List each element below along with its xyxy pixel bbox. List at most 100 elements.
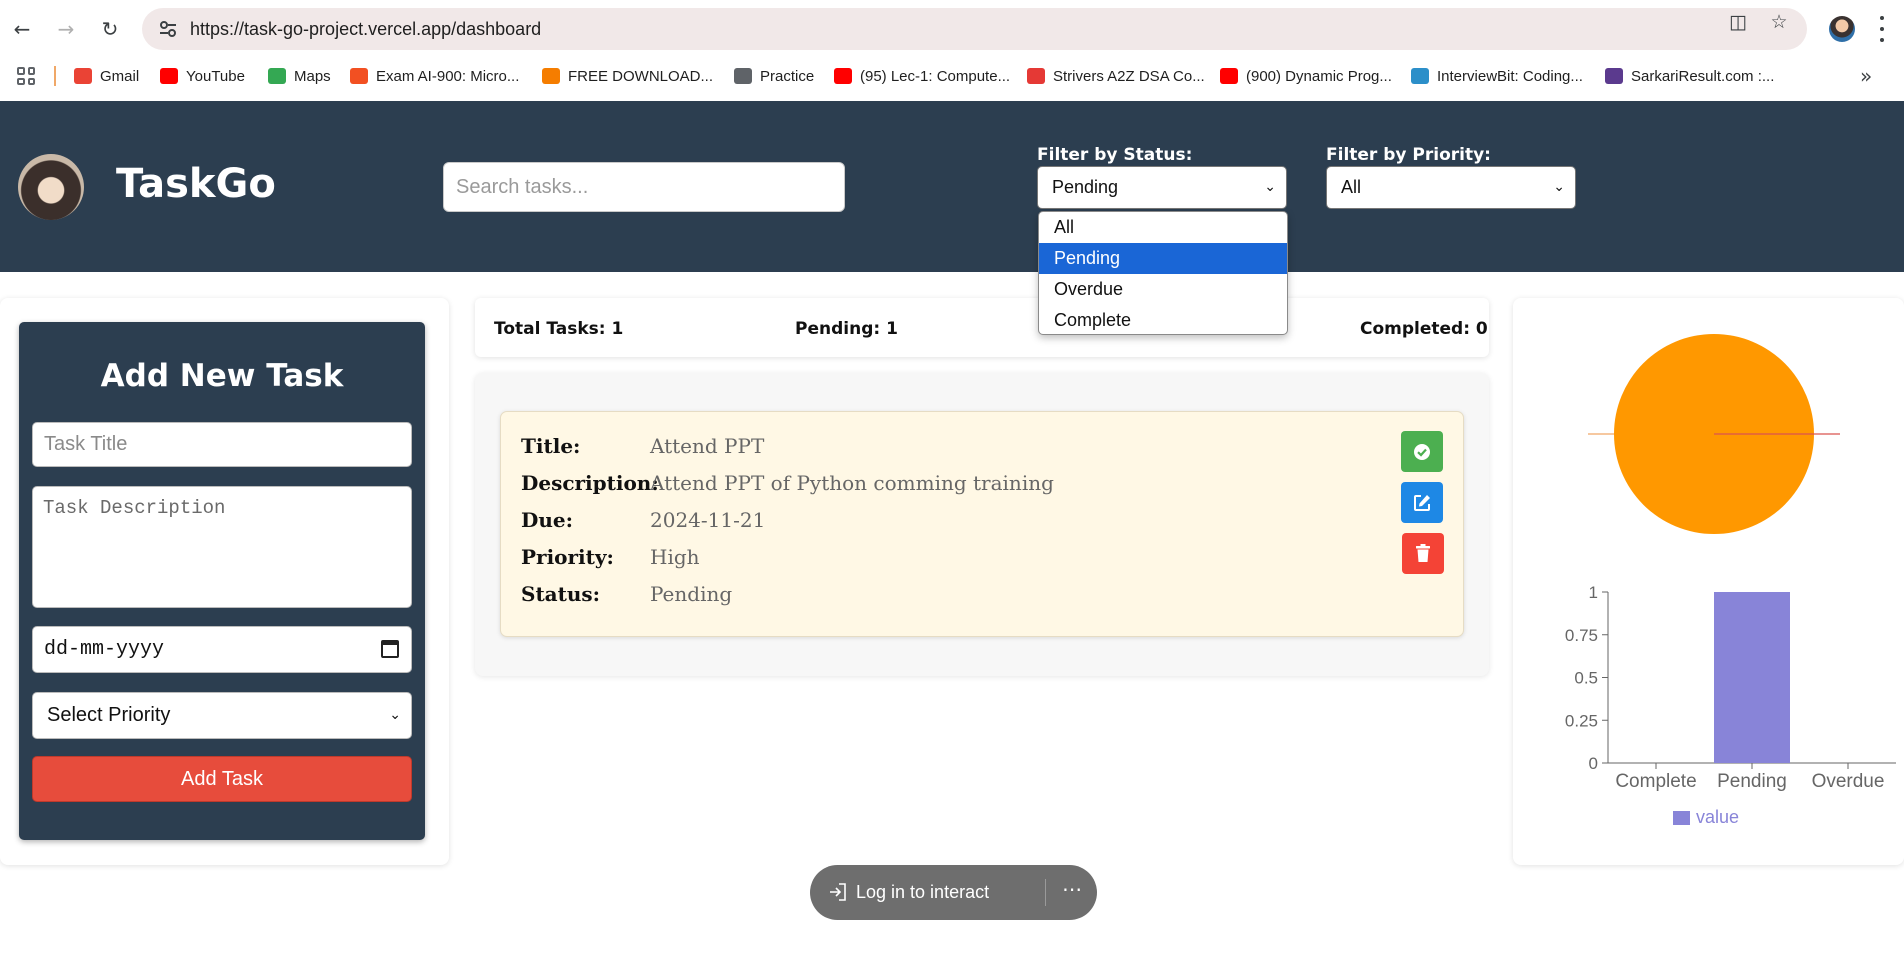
youtube-icon	[1220, 68, 1238, 84]
y-tick-label: 0	[1589, 754, 1598, 773]
priority-select[interactable]: Select Priority ⌄	[32, 692, 412, 739]
chevron-down-icon: ⌄	[389, 707, 401, 723]
x-tick-label: Complete	[1615, 771, 1696, 792]
bookmark-item[interactable]: Maps	[268, 64, 331, 88]
reload-icon[interactable]: ↻	[95, 14, 125, 44]
status-option-pending[interactable]: Pending	[1039, 243, 1287, 274]
chevron-down-icon: ⌄	[1553, 179, 1565, 195]
complete-task-button[interactable]	[1401, 431, 1443, 472]
task-due-label: Due:	[521, 508, 573, 532]
app-header	[0, 101, 1904, 272]
bookmark-item[interactable]: FREE DOWNLOAD...	[542, 64, 713, 88]
status-option-overdue[interactable]: Overdue	[1039, 274, 1287, 305]
user-avatar	[18, 154, 84, 220]
rocket-icon	[734, 68, 752, 84]
task-priority-label: Priority:	[521, 545, 614, 569]
task-priority-value: High	[650, 545, 700, 569]
add-task-button[interactable]: Add Task	[32, 756, 412, 802]
bookmark-item[interactable]: YouTube	[160, 64, 245, 88]
task-description-input[interactable]	[32, 486, 412, 608]
profile-avatar[interactable]	[1829, 16, 1855, 42]
task-title-label: Title:	[521, 434, 581, 458]
bookmark-item[interactable]: Exam AI-900: Micro...	[350, 64, 519, 88]
bookmark-label: YouTube	[186, 67, 245, 85]
task-title-value: Attend PPT	[650, 434, 765, 458]
globe-icon	[1605, 68, 1623, 84]
y-tick-label: 0.25	[1565, 711, 1598, 730]
task-title-input[interactable]	[32, 422, 412, 467]
bookmark-label: SarkariResult.com :...	[1631, 67, 1775, 85]
priority-filter-select[interactable]: All ⌄	[1326, 166, 1576, 209]
site-info-icon[interactable]	[158, 19, 178, 39]
x-tick-label: Pending	[1717, 771, 1787, 792]
status-filter-label: Filter by Status:	[1037, 145, 1193, 165]
address-bar[interactable]: https://task-go-project.vercel.app/dashb…	[142, 8, 1807, 50]
apps-grid-icon[interactable]	[17, 67, 35, 85]
task-due-value: 2024-11-21	[650, 508, 766, 532]
bookmark-item[interactable]: Practice	[734, 64, 814, 88]
status-filter-select[interactable]: Pending ⌄	[1037, 166, 1287, 209]
status-option-complete[interactable]: Complete	[1039, 305, 1287, 334]
more-options-icon[interactable]: ⋯	[1062, 877, 1082, 901]
login-icon	[830, 883, 846, 901]
install-app-icon[interactable]: ◫	[1727, 12, 1749, 32]
bookmark-label: Practice	[760, 67, 815, 85]
task-description-value: Attend PPT of Python comming training	[650, 471, 1054, 495]
due-date-input[interactable]: dd-mm-yyyy	[32, 626, 412, 673]
bookmark-item[interactable]: SarkariResult.com :...	[1605, 64, 1774, 88]
interviewbit-icon	[1411, 68, 1429, 84]
bookmark-item[interactable]: InterviewBit: Coding...	[1411, 64, 1583, 88]
task-card	[500, 411, 1464, 637]
maps-icon	[268, 68, 286, 84]
browser-menu-icon[interactable]	[1878, 16, 1886, 42]
trash-icon	[1416, 544, 1430, 562]
browser-toolbar: ← → ↻ https://task-go-project.vercel.app…	[0, 0, 1904, 58]
task-description-label: Description:	[521, 471, 659, 495]
y-tick-label: 1	[1589, 583, 1598, 602]
task-status-value: Pending	[650, 582, 733, 606]
legend-label: value	[1696, 807, 1739, 827]
youtube-icon	[160, 68, 178, 84]
edit-task-button[interactable]	[1401, 482, 1443, 523]
back-icon[interactable]: ←	[7, 14, 37, 44]
login-button[interactable]: Log in to interact	[856, 882, 989, 903]
stat-completed: Completed: 0	[1360, 319, 1488, 339]
task-status-label: Status:	[521, 582, 601, 606]
status-charts: 0 0.25 0.5 0.75 1 Complete Pending Overdue value	[1565, 334, 1896, 827]
bookmark-label: Strivers A2Z DSA Co...	[1053, 67, 1205, 85]
tuf-icon	[1027, 68, 1045, 84]
bookmark-item[interactable]: (900) Dynamic Prog...	[1220, 64, 1392, 88]
due-date-placeholder: dd-mm-yyyy	[44, 638, 165, 661]
url-text[interactable]: https://task-go-project.vercel.app/dashb…	[190, 19, 541, 40]
y-tick-label: 0.5	[1574, 669, 1598, 688]
bookmark-label: (95) Lec-1: Compute...	[860, 67, 1011, 85]
login-toolbar: Log in to interact ⋯	[810, 865, 1097, 920]
bookmark-star-icon[interactable]: ☆	[1768, 12, 1790, 32]
priority-select-value: Select Priority	[47, 704, 171, 726]
bookmark-label: Exam AI-900: Micro...	[376, 67, 520, 85]
blogger-icon	[542, 68, 560, 84]
bookmark-item[interactable]: (95) Lec-1: Compute...	[834, 64, 1010, 88]
search-input[interactable]	[443, 162, 845, 212]
priority-filter-value: All	[1341, 177, 1362, 197]
legend-swatch	[1673, 811, 1690, 825]
bar	[1714, 592, 1790, 763]
status-option-all[interactable]: All	[1039, 212, 1287, 243]
pill-divider	[1045, 879, 1046, 906]
x-tick-label: Overdue	[1812, 771, 1885, 792]
calendar-icon[interactable]	[381, 640, 399, 658]
microsoft-icon	[350, 68, 368, 84]
bookmark-item[interactable]: Gmail	[74, 64, 139, 88]
chevron-down-icon: ⌄	[1264, 179, 1276, 195]
more-bookmarks-icon[interactable]: »	[1860, 64, 1872, 88]
delete-task-button[interactable]	[1402, 533, 1444, 574]
gmail-icon	[74, 68, 92, 84]
y-tick-label: 0.75	[1565, 626, 1598, 645]
bookmark-label: FREE DOWNLOAD...	[568, 67, 714, 85]
app-logo-text: TaskGo	[116, 161, 276, 207]
bookmark-item[interactable]: Strivers A2Z DSA Co...	[1027, 64, 1205, 88]
forward-icon[interactable]: →	[51, 14, 81, 44]
edit-icon	[1414, 494, 1430, 511]
stats-bar	[475, 298, 1489, 357]
bookmark-label: InterviewBit: Coding...	[1437, 67, 1583, 85]
